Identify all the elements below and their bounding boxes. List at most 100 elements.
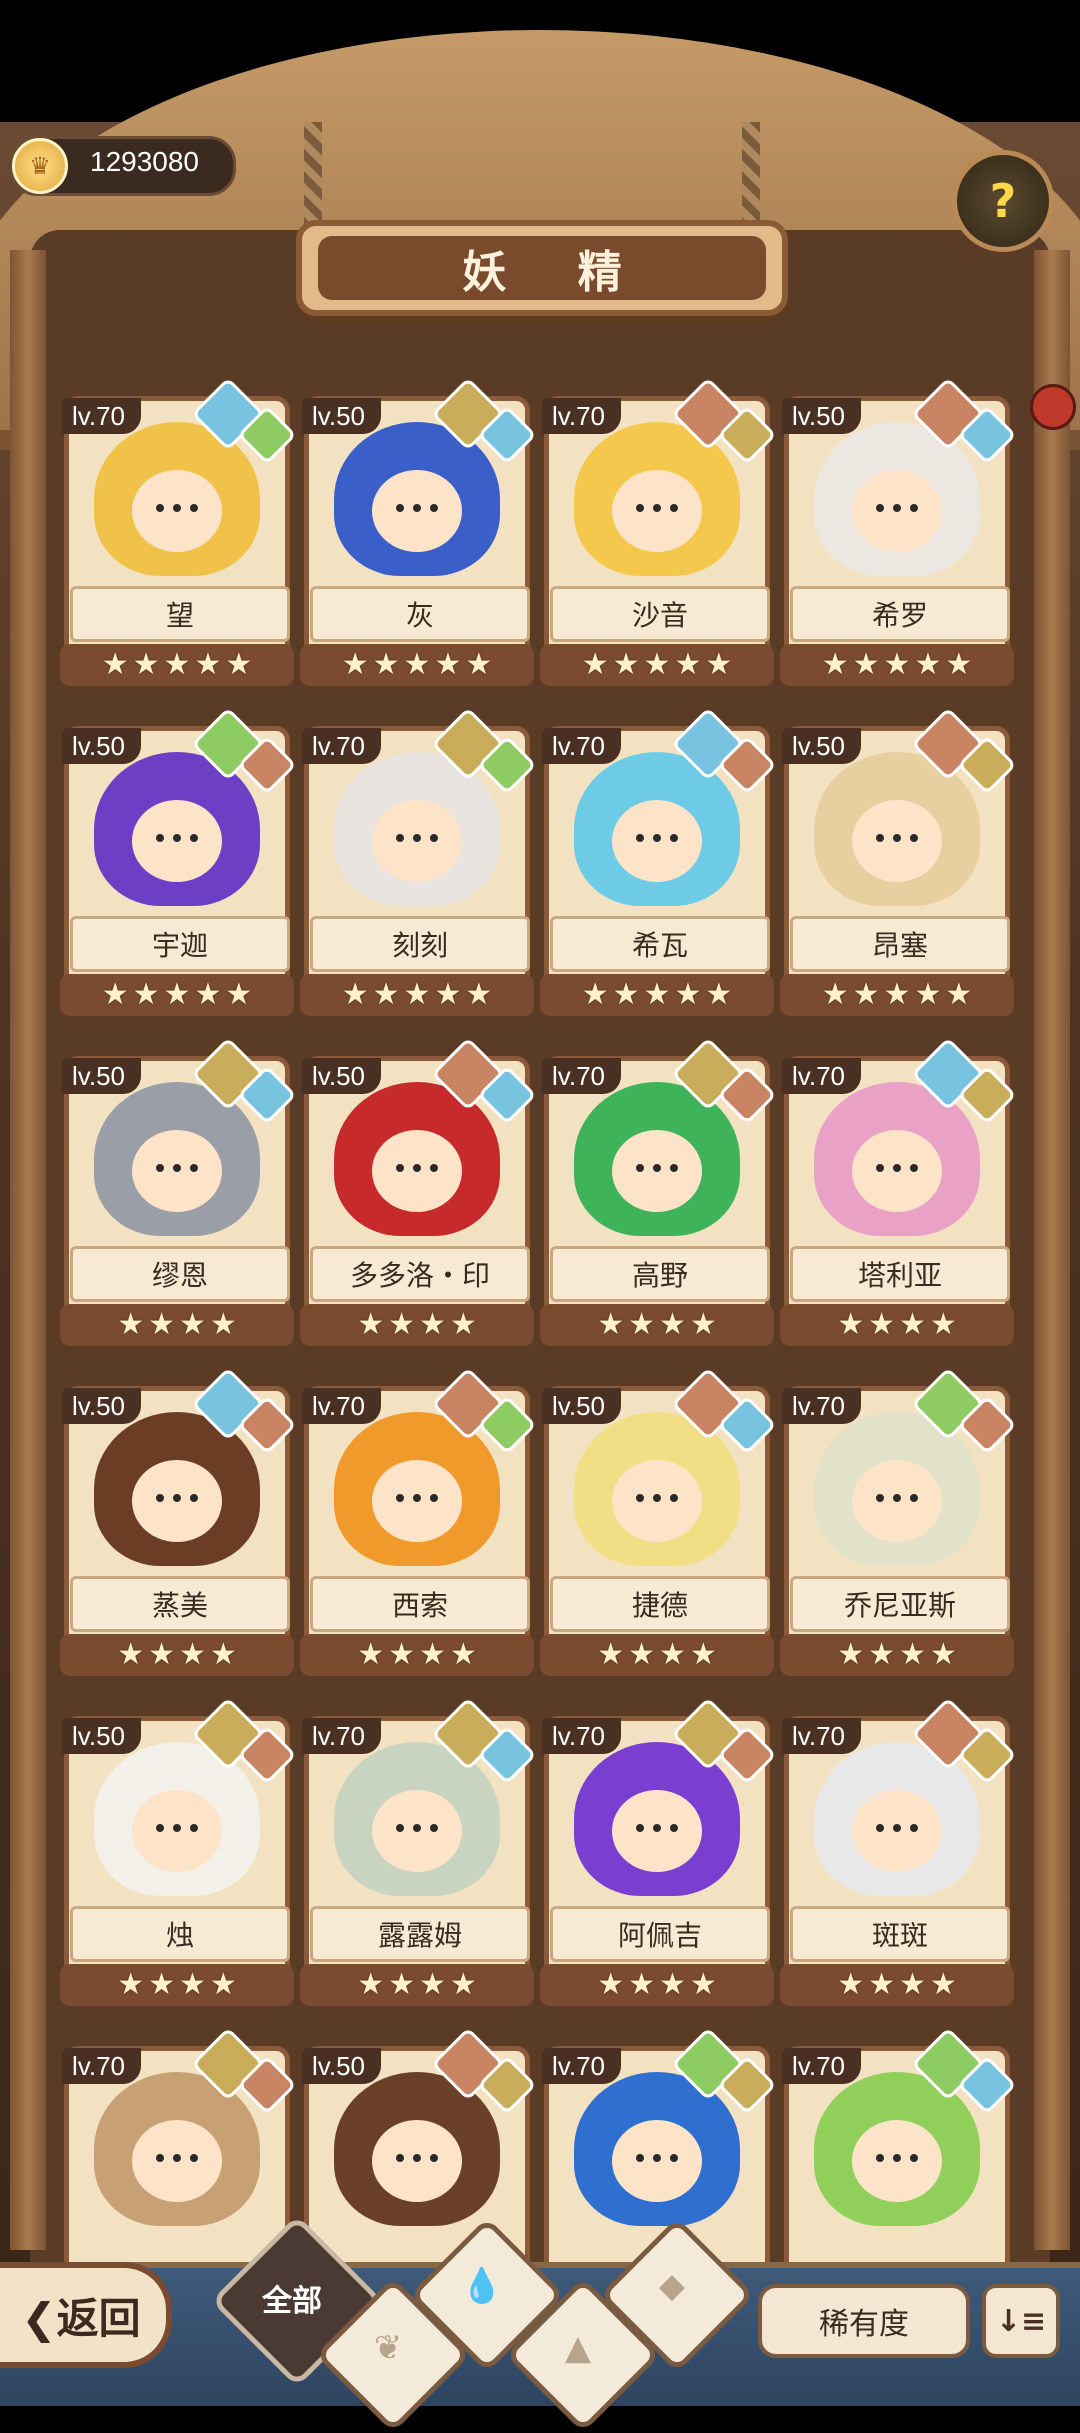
star-icon: ★ [821,647,849,682]
fairy-card[interactable]: lv.70 沙音 ★ ★ ★ ★ ★ [540,377,777,686]
fairy-portrait [574,422,740,576]
star-rating: ★ ★ ★ ★ [780,1964,1014,2006]
star-icon: ★ [689,1307,717,1342]
crystal-icon: ◆ [658,2266,686,2306]
fairy-portrait [94,422,260,576]
star-icon: ★ [341,647,369,682]
star-icon: ★ [357,1967,385,2002]
sort-rarity-button[interactable]: 稀有度 [758,2284,970,2358]
fairy-card[interactable]: lv.70 斑斑 ★ ★ ★ ★ [780,1697,1017,2006]
sprout-icon: ❦ [373,2328,403,2368]
fairy-name: 塔利亚 [790,1246,1010,1302]
level-badge: lv.70 [302,728,381,764]
star-icon: ★ [914,977,942,1012]
star-icon: ★ [341,977,369,1012]
fairy-card[interactable]: lv.50 缪恩 ★ ★ ★ ★ [60,1037,297,1346]
sort-order-button[interactable]: ↓≡ [982,2284,1060,2358]
star-icon: ★ [117,1637,145,1672]
fairy-portrait [334,422,500,576]
fairy-card[interactable]: lv.70 塔利亚 ★ ★ ★ ★ [780,1037,1017,1346]
help-button[interactable]: ? [952,150,1054,252]
level-badge: lv.50 [302,398,381,434]
star-icon: ★ [929,1637,957,1672]
water-drop-icon: 💧 [460,2266,504,2306]
star-icon: ★ [225,647,253,682]
fairy-card[interactable]: lv.50 蒸美 ★ ★ ★ ★ [60,1367,297,1676]
level-badge: lv.50 [302,2048,381,2084]
star-icon: ★ [868,1637,895,1672]
level-badge: lv.50 [782,728,861,764]
fairy-card[interactable]: lv.70 露露姆 ★ ★ ★ ★ [300,1697,537,2006]
star-icon: ★ [628,1967,655,2002]
star-icon: ★ [628,1637,655,1672]
fairy-name: 乔尼亚斯 [790,1576,1010,1632]
fairy-card[interactable]: lv.70 乔尼亚斯 ★ ★ ★ ★ [780,1367,1017,1676]
star-rating: ★ ★ ★ ★ ★ [60,644,294,686]
fairy-card[interactable]: lv.50 多多洛・印 ★ ★ ★ ★ [300,1037,537,1346]
fairy-card[interactable]: lv.50 烛 ★ ★ ★ ★ [60,1697,297,2006]
star-rating: ★ ★ ★ ★ [780,1634,1014,1676]
star-rating: ★ ★ ★ ★ [300,1634,534,1676]
star-rating: ★ ★ ★ ★ [60,1634,294,1676]
mountain-icon: ▲ [564,2328,592,2368]
star-icon: ★ [148,1307,175,1342]
fairy-name: 烛 [70,1906,290,1962]
star-icon: ★ [597,1307,625,1342]
star-icon: ★ [945,977,973,1012]
fairy-card[interactable]: lv.70 刻刻 ★ ★ ★ ★ ★ [300,707,537,1016]
star-rating: ★ ★ ★ ★ [540,1304,774,1346]
question-icon: ? [989,174,1017,228]
star-icon: ★ [449,1637,477,1672]
fairy-card[interactable]: lv.70 希瓦 ★ ★ ★ ★ ★ [540,707,777,1016]
fairy-name: 多多洛・印 [310,1246,530,1302]
fairy-card[interactable]: lv.50 昂塞 ★ ★ ★ ★ ★ [780,707,1017,1016]
page-title: 妖 精 [462,247,650,298]
star-icon: ★ [449,1307,477,1342]
star-icon: ★ [597,1637,625,1672]
crown-coin-icon: ♛ [12,138,68,194]
fairy-portrait [574,1412,740,1566]
star-icon: ★ [868,1307,895,1342]
star-icon: ★ [659,1307,686,1342]
star-icon: ★ [163,647,191,682]
fairy-card[interactable]: lv.50 灰 ★ ★ ★ ★ ★ [300,377,537,686]
star-icon: ★ [388,1637,415,1672]
star-icon: ★ [899,1307,926,1342]
fairy-card[interactable]: lv.50 捷德 ★ ★ ★ ★ [540,1367,777,1676]
star-icon: ★ [209,1967,237,2002]
fairy-portrait [334,752,500,906]
fairy-name: 沙音 [550,586,770,642]
fairy-card[interactable]: lv.70 阿佩吉 ★ ★ ★ ★ [540,1697,777,2006]
star-icon: ★ [705,647,733,682]
level-badge: lv.50 [782,398,861,434]
cabinet-post-right [1034,250,1070,2250]
level-badge: lv.70 [782,1058,861,1094]
star-icon: ★ [852,977,880,1012]
fairy-card[interactable]: lv.70 西索 ★ ★ ★ ★ [300,1367,537,1676]
level-badge: lv.70 [542,1718,621,1754]
star-icon: ★ [465,647,493,682]
fairy-card[interactable]: lv.70 望 ★ ★ ★ ★ ★ [60,377,297,686]
star-icon: ★ [148,1637,175,1672]
star-icon: ★ [449,1967,477,2002]
filter-all-label: 全部 [262,2284,322,2319]
star-icon: ★ [852,647,880,682]
fairy-portrait [814,2072,980,2226]
star-icon: ★ [132,977,160,1012]
star-rating: ★ ★ ★ ★ ★ [300,974,534,1016]
star-icon: ★ [659,1637,686,1672]
level-badge: lv.50 [542,1388,621,1424]
star-icon: ★ [837,1967,865,2002]
fairy-card[interactable]: lv.70 高野 ★ ★ ★ ★ [540,1037,777,1346]
star-icon: ★ [659,1967,686,2002]
fairy-card[interactable]: lv.50 宇迦 ★ ★ ★ ★ ★ [60,707,297,1016]
star-icon: ★ [705,977,733,1012]
star-rating: ★ ★ ★ ★ ★ [300,644,534,686]
ladybug-icon[interactable] [1030,384,1076,430]
star-rating: ★ ★ ★ ★ [300,1964,534,2006]
star-icon: ★ [403,647,431,682]
star-rating: ★ ★ ★ ★ [540,1964,774,2006]
star-icon: ★ [581,977,609,1012]
fairy-card[interactable]: lv.50 希罗 ★ ★ ★ ★ ★ [780,377,1017,686]
back-button[interactable]: ❮返回 [0,2262,172,2368]
